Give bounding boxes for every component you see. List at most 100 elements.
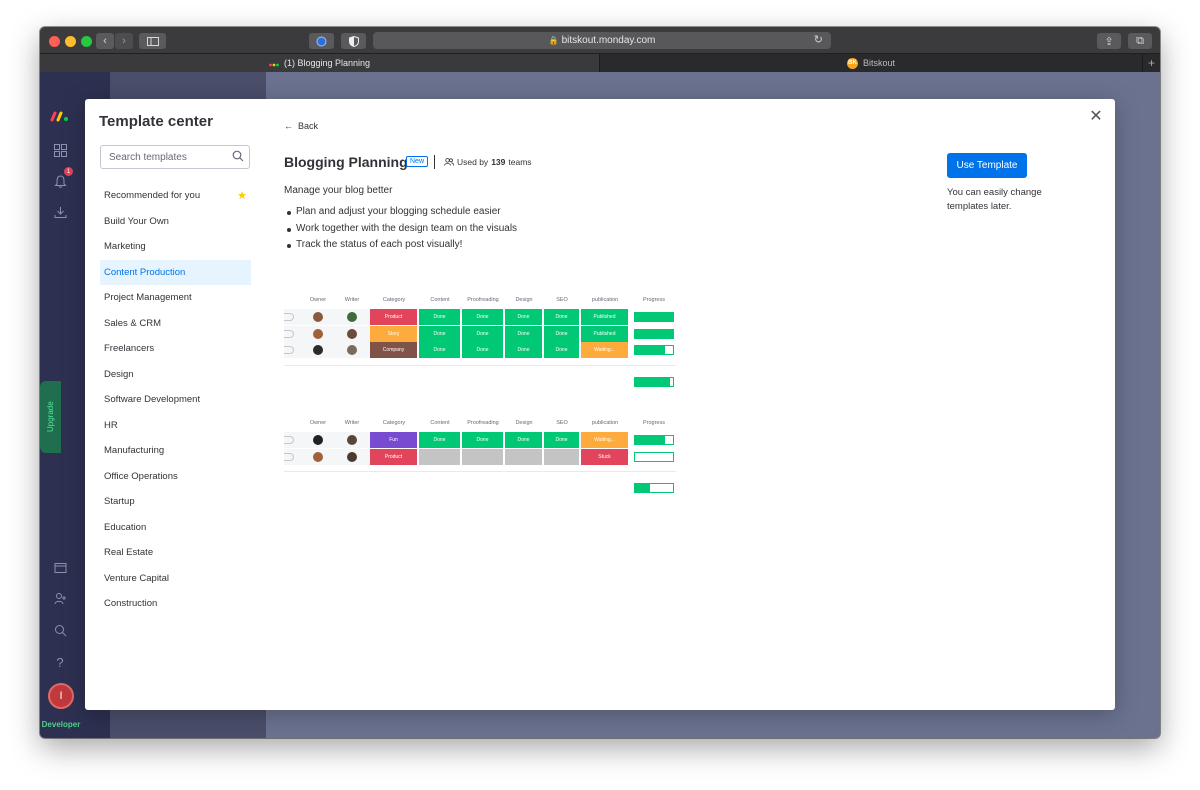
use-template-button[interactable]: Use Template — [947, 153, 1027, 178]
status-cell-proofreading[interactable]: Done — [462, 342, 503, 358]
privacy-button[interactable] — [341, 33, 366, 49]
category-item[interactable]: Venture Capital — [100, 566, 251, 592]
status-cell-proofreading[interactable]: Done — [462, 432, 503, 448]
table-row[interactable]: Story Done Done Done Done Published — [284, 325, 676, 343]
table-row[interactable]: Fun Done Done Done Done Waiting... — [284, 432, 676, 449]
category-item[interactable]: Project Management — [100, 285, 251, 311]
category-item[interactable]: Office Operations — [100, 464, 251, 490]
table-row[interactable]: Company Done Done Done Done Waiting... — [284, 342, 676, 359]
status-cell-design[interactable]: Done — [505, 342, 542, 358]
minimize-window-button[interactable] — [65, 36, 76, 47]
status-cell-design[interactable]: Done — [505, 325, 542, 342]
forward-nav-button[interactable]: › — [115, 33, 133, 49]
close-modal-button[interactable]: ✕ — [1087, 107, 1105, 125]
status-cell-design[interactable]: Done — [505, 432, 542, 448]
category-item[interactable]: Manufacturing — [100, 438, 251, 464]
category-item[interactable]: Education — [100, 515, 251, 541]
avatar[interactable]: I — [48, 683, 74, 709]
category-item[interactable]: Build Your Own — [100, 209, 251, 235]
extension-button[interactable] — [309, 33, 334, 49]
reload-icon[interactable]: ↻ — [814, 33, 823, 46]
status-cell-seo[interactable]: Done — [544, 309, 579, 325]
row-checkbox[interactable] — [284, 452, 294, 461]
category-item[interactable]: Software Development — [100, 387, 251, 413]
owner-avatar[interactable] — [313, 451, 323, 462]
add-user-icon[interactable] — [52, 590, 68, 606]
status-cell-design[interactable]: Done — [505, 309, 542, 325]
status-cell-publication[interactable]: Stuck — [581, 448, 628, 465]
back-button[interactable]: ← Back — [284, 121, 318, 131]
owner-avatar[interactable] — [313, 328, 323, 339]
progress-fill — [635, 484, 651, 492]
status-cell-publication[interactable]: Waiting... — [581, 342, 628, 358]
status-cell-category[interactable]: Product — [370, 448, 417, 465]
owner-avatar[interactable] — [313, 345, 323, 355]
tabs-overview-button[interactable]: ⧉ — [1128, 33, 1152, 49]
category-item[interactable]: Startup — [100, 489, 251, 515]
back-nav-button[interactable]: ‹ — [96, 33, 114, 49]
writer-avatar[interactable] — [347, 345, 357, 355]
help-icon[interactable]: ? — [52, 654, 68, 670]
status-cell-content[interactable] — [419, 448, 460, 465]
address-bar[interactable]: 🔒 bitskout.monday.com ↻ — [373, 32, 831, 49]
progress-bar — [634, 328, 674, 339]
category-item[interactable]: Sales & CRM — [100, 311, 251, 337]
zoom-window-button[interactable] — [81, 36, 92, 47]
status-cell-seo[interactable]: Done — [544, 325, 579, 342]
category-item[interactable]: Marketing — [100, 234, 251, 260]
table-row[interactable]: Product Stuck — [284, 448, 676, 466]
status-cell-category[interactable]: Product — [370, 309, 417, 325]
new-tab-button[interactable]: + — [1142, 54, 1160, 72]
sidebar-toggle-button[interactable] — [139, 33, 166, 49]
category-item[interactable]: Recommended for you ★ — [100, 183, 251, 209]
status-cell-content[interactable]: Done — [419, 325, 460, 342]
status-cell-content[interactable]: Done — [419, 342, 460, 358]
status-cell-seo[interactable]: Done — [544, 342, 579, 358]
status-cell-content[interactable]: Done — [419, 309, 460, 325]
row-checkbox[interactable] — [284, 329, 294, 338]
row-checkbox[interactable] — [284, 346, 294, 354]
row-checkbox[interactable] — [284, 436, 294, 444]
search-templates-input[interactable] — [100, 145, 250, 169]
bell-icon[interactable]: 1 — [52, 167, 73, 189]
category-item[interactable]: Real Estate — [100, 540, 251, 566]
category-item[interactable]: Content Production — [100, 259, 251, 285]
writer-avatar[interactable] — [347, 328, 357, 339]
progress-fill — [635, 329, 673, 338]
category-item[interactable]: HR — [100, 413, 251, 439]
owner-avatar[interactable] — [313, 435, 323, 445]
status-cell-seo[interactable] — [544, 448, 579, 465]
category-item[interactable]: Freelancers — [100, 336, 251, 362]
status-cell-category[interactable]: Company — [370, 342, 417, 358]
status-cell-proofreading[interactable] — [462, 448, 503, 465]
status-cell-publication[interactable]: Waiting... — [581, 432, 628, 448]
tab-blogging-planning[interactable]: (1) Blogging Planning — [40, 54, 600, 72]
table-row[interactable]: Product Done Done Done Done Published — [284, 309, 676, 326]
grid-apps-icon[interactable] — [52, 142, 68, 158]
tab-bitskout[interactable]: BK Bitskout — [601, 54, 1141, 72]
category-item[interactable]: Design — [100, 362, 251, 388]
status-cell-publication[interactable]: Published — [581, 325, 628, 342]
writer-avatar[interactable] — [347, 312, 357, 322]
writer-avatar[interactable] — [347, 451, 357, 462]
status-cell-content[interactable]: Done — [419, 432, 460, 448]
status-cell-category[interactable]: Story — [370, 325, 417, 342]
status-cell-seo[interactable]: Done — [544, 432, 579, 448]
calendar-icon[interactable] — [52, 559, 68, 575]
status-cell-proofreading[interactable]: Done — [462, 325, 503, 342]
share-button[interactable]: ⇪ — [1097, 33, 1121, 49]
status-cell-design[interactable] — [505, 448, 542, 465]
upgrade-button[interactable]: Upgrade — [40, 381, 61, 453]
status-cell-category[interactable]: Fun — [370, 432, 417, 448]
close-window-button[interactable] — [49, 36, 60, 47]
writer-avatar[interactable] — [347, 435, 357, 445]
column-header: Content — [430, 297, 450, 303]
row-checkbox[interactable] — [284, 313, 294, 321]
status-cell-publication[interactable]: Published — [581, 309, 628, 325]
owner-avatar[interactable] — [313, 312, 323, 322]
progress-bar — [634, 435, 674, 445]
category-item[interactable]: Construction — [100, 591, 251, 617]
status-cell-proofreading[interactable]: Done — [462, 309, 503, 325]
download-icon[interactable] — [52, 204, 68, 220]
search-icon[interactable] — [52, 622, 68, 638]
